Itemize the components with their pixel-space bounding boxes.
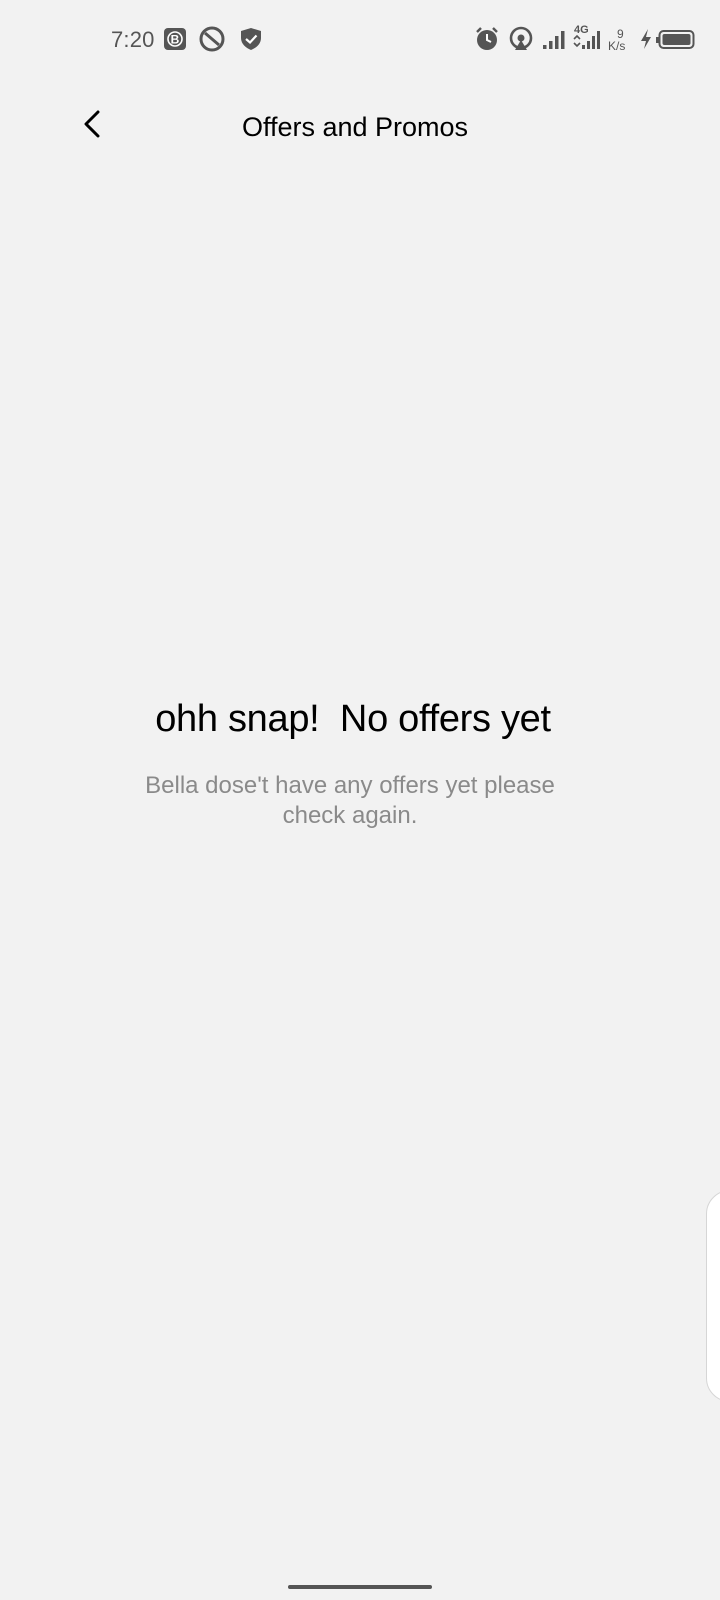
battery-icon [656, 30, 695, 49]
charging-bolt-icon [641, 29, 651, 49]
page-title: Offers and Promos [241, 112, 469, 142]
floating-side-panel-handle[interactable] [706, 1190, 720, 1402]
signal-4g-icon [573, 31, 600, 49]
status-time: 7:20 [111, 27, 155, 52]
hotspot-icon [509, 26, 533, 50]
app-b-icon: B [164, 28, 186, 50]
no-entry-icon [199, 26, 225, 52]
top-app-bar: Offers and Promos [0, 90, 720, 166]
empty-state-title: ohh snap! No offers yet [155, 698, 551, 740]
alarm-icon [476, 27, 498, 50]
status-bar: 7:20 B 4G 9 K/s [0, 0, 720, 80]
home-indicator[interactable] [288, 1585, 432, 1589]
shield-icon [241, 28, 261, 50]
empty-state: ohh snap! No offers yet Bella dose't hav… [0, 698, 720, 831]
svg-text:B: B [171, 33, 180, 47]
signal-icon [543, 31, 565, 49]
speed-unit: K/s [608, 39, 626, 53]
empty-state-message: Bella dose't have any offers yet please … [145, 772, 555, 829]
